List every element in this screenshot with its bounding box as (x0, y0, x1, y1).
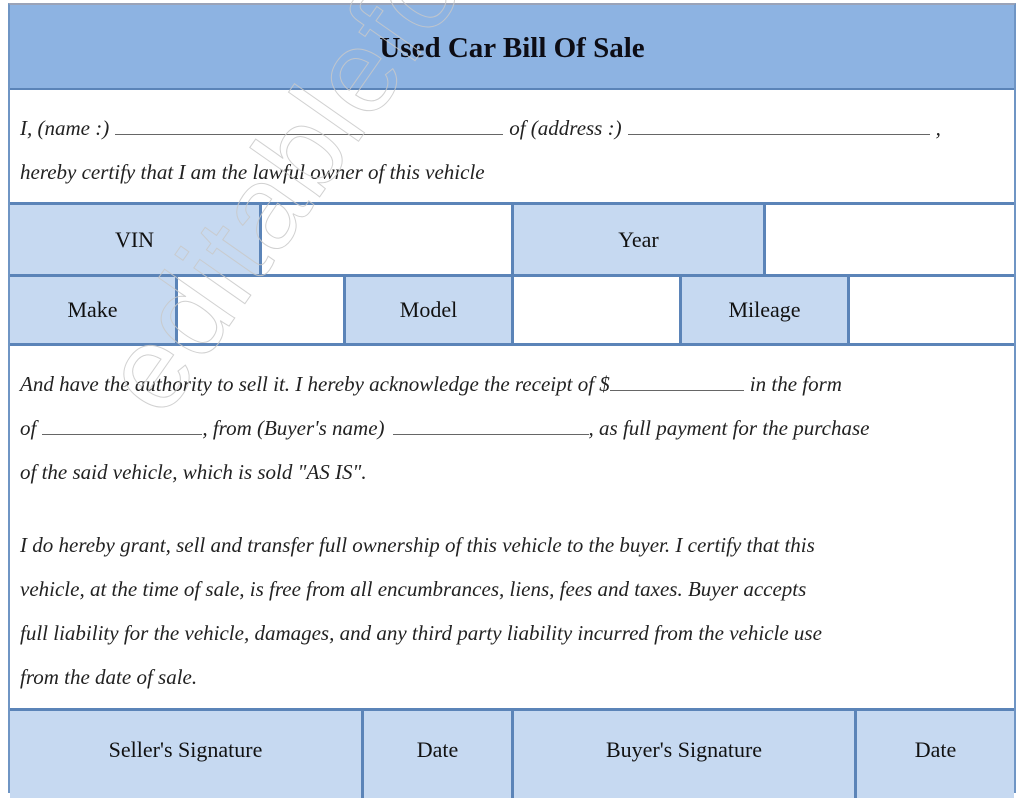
year-label: Year (514, 205, 766, 274)
payment-form-text: in the form (749, 372, 842, 396)
bill-of-sale-form: Used Car Bill Of Sale I, (name :) of (add… (8, 3, 1016, 798)
seller-signature-label: Seller's Signature (10, 711, 364, 798)
transfer-line-2: vehicle, at the time of sale, is free fr… (20, 577, 807, 601)
make-label: Make (10, 277, 178, 343)
payment-receipt-text: And have the authority to sell it. I her… (20, 372, 610, 396)
payment-line-2: of , from (Buyer's name) , as full payment… (20, 416, 869, 441)
name-label: I, (name :) (20, 116, 110, 140)
model-field[interactable] (514, 277, 682, 343)
make-model-mileage-row: Make Model Mileage (10, 274, 1014, 346)
payment-form-field[interactable] (42, 416, 203, 435)
buyer-date-label: Date (857, 711, 1014, 798)
buyer-signature-label: Buyer's Signature (514, 711, 857, 798)
payment-of-text: of (20, 416, 37, 440)
mileage-label: Mileage (682, 277, 850, 343)
owner-intro-section: I, (name :) of (address :), hereby certif… (10, 90, 1014, 204)
model-label: Model (346, 277, 514, 343)
buyer-name-field[interactable] (392, 416, 589, 435)
payment-amount-field[interactable] (609, 372, 744, 391)
make-field[interactable] (178, 277, 346, 343)
terms-section: And have the authority to sell it. I her… (10, 346, 1014, 708)
address-label: of (address :) (509, 116, 622, 140)
payment-line-1: And have the authority to sell it. I her… (20, 372, 842, 397)
seller-address-field[interactable] (627, 116, 930, 135)
seller-date-label: Date (364, 711, 514, 798)
year-field[interactable] (766, 205, 1014, 274)
signature-row: Seller's Signature Date Buyer's Signatur… (10, 708, 1014, 798)
form-header: Used Car Bill Of Sale (10, 5, 1014, 90)
transfer-line-1: I do hereby grant, sell and transfer ful… (20, 533, 815, 557)
mileage-field[interactable] (850, 277, 1014, 343)
seller-name-field[interactable] (115, 116, 504, 135)
address-suffix: , (935, 116, 941, 140)
vin-year-row: VIN Year (10, 202, 1014, 274)
form-title: Used Car Bill Of Sale (379, 32, 645, 64)
certify-line: hereby certify that I am the lawful owne… (20, 160, 485, 184)
vin-field[interactable] (262, 205, 514, 274)
payment-line-3: of the said vehicle, which is sold "AS I… (20, 460, 367, 484)
transfer-line-4: from the date of sale. (20, 665, 198, 689)
buyer-name-label: , from (Buyer's name) (202, 416, 385, 440)
owner-line: I, (name :) of (address :), (20, 116, 941, 141)
transfer-line-3: full liability for the vehicle, damages,… (20, 621, 822, 645)
vin-label: VIN (10, 205, 262, 274)
full-payment-text: , as full payment for the purchase (588, 416, 870, 440)
